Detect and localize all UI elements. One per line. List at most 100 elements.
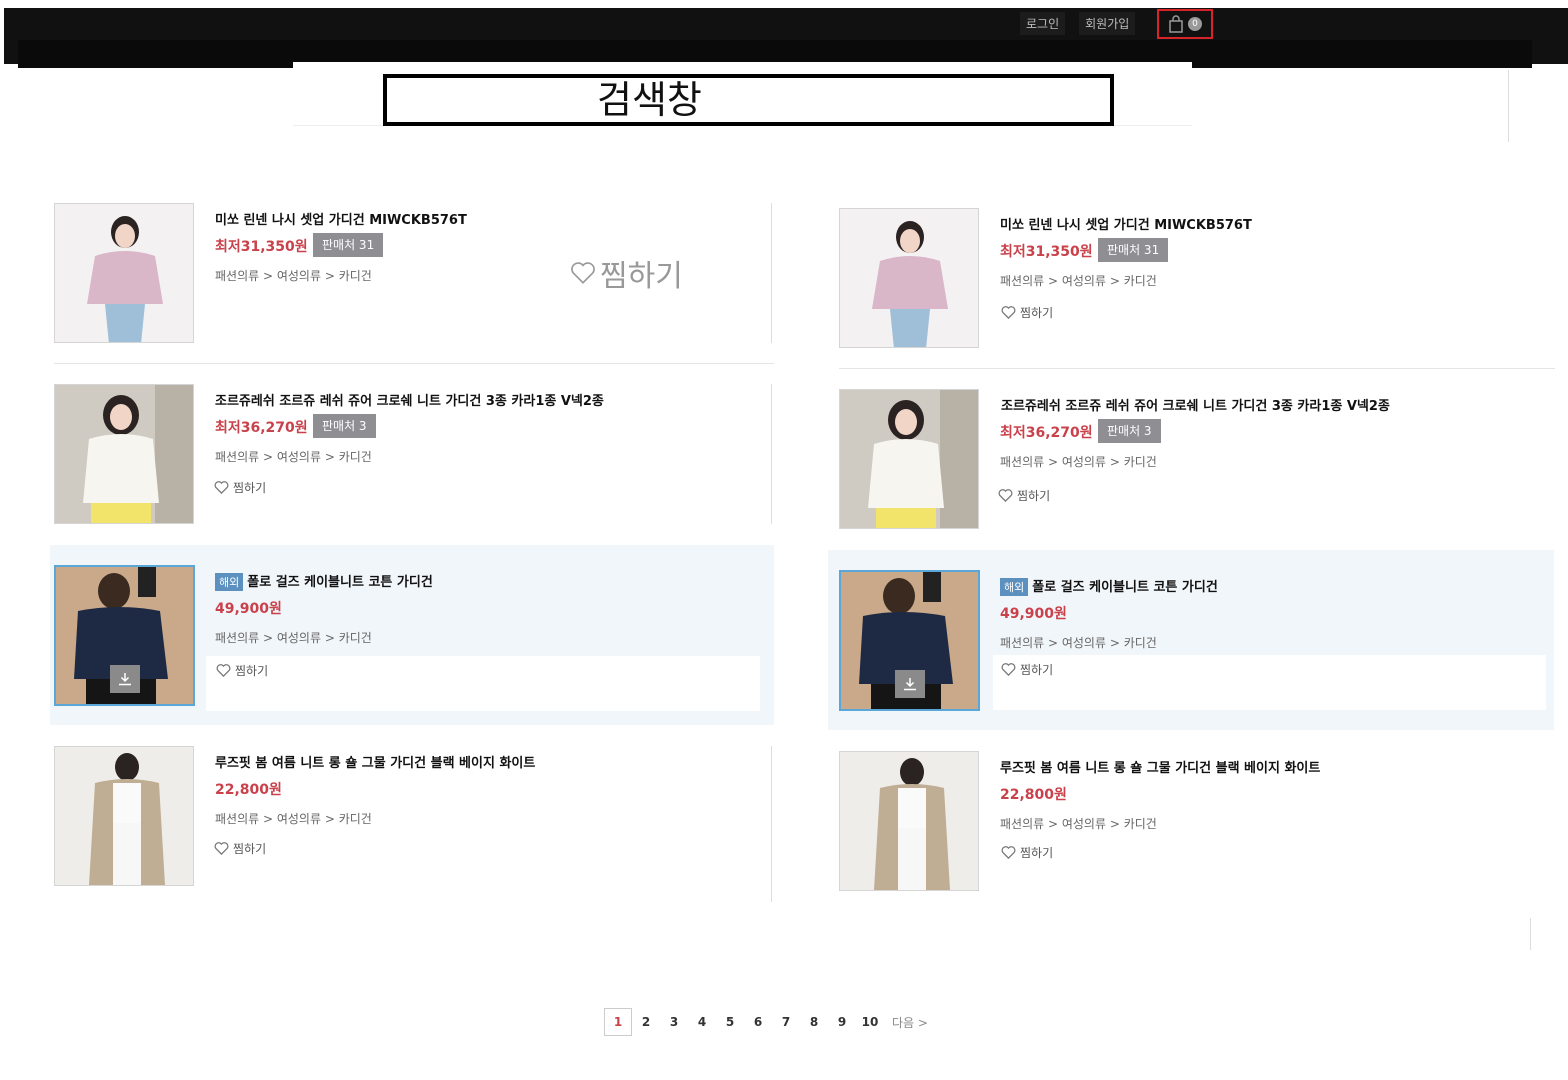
- next-page-link[interactable]: 다음 >: [892, 1014, 928, 1031]
- wishlist-label: 찜하기: [600, 259, 683, 294]
- product-category[interactable]: 패션의류 > 여성의류 > 카디건: [1000, 453, 1157, 470]
- product-thumbnail[interactable]: [839, 570, 980, 711]
- heart-icon: [571, 262, 595, 284]
- product-price: 최저31,350원: [1000, 244, 1093, 260]
- product-title[interactable]: 미쏘 린넨 나시 셋업 가디건 MIWCKB576T: [1000, 214, 1252, 233]
- product-title[interactable]: 해외 폴로 걸즈 케이블니트 코튼 가디건: [215, 571, 433, 591]
- heart-icon: [214, 842, 229, 856]
- page-3-link[interactable]: 3: [660, 1008, 688, 1036]
- wishlist-button[interactable]: 찜하기: [1001, 304, 1053, 321]
- top-bar-links: 로그인 회원가입: [1020, 10, 1136, 36]
- wishlist-label: 찜하기: [233, 481, 267, 495]
- heart-icon: [214, 481, 229, 495]
- page-1-link[interactable]: 1: [604, 1008, 632, 1036]
- shopping-bag-icon: [1169, 15, 1183, 33]
- product-thumbnail[interactable]: [839, 389, 979, 529]
- product-card[interactable]: 루즈핏 봄 여름 니트 롱 숄 그물 가디건 블랙 베이지 화이트 22,800…: [839, 751, 1555, 891]
- seller-count-badge[interactable]: 판매처 3: [1098, 419, 1161, 443]
- product-card[interactable]: 조르쥬레쉬 조르쥬 레쉬 쥬어 크로쉐 니트 가디건 3종 카라1종 V넥2종 …: [839, 389, 1555, 529]
- page-9-link[interactable]: 9: [828, 1008, 856, 1036]
- page-4-link[interactable]: 4: [688, 1008, 716, 1036]
- product-image: [840, 390, 978, 528]
- product-card[interactable]: 조르쥬레쉬 조르쥬 레쉬 쥬어 크로쉐 니트 가디건 3종 카라1종 V넥2종 …: [54, 384, 774, 524]
- page-2-link[interactable]: 2: [632, 1008, 660, 1036]
- divider: [771, 203, 772, 343]
- wishlist-label: 찜하기: [1020, 306, 1054, 320]
- wishlist-label: 찜하기: [233, 842, 267, 856]
- product-card[interactable]: 해외 폴로 걸즈 케이블니트 코튼 가디건 49,900원 패션의류 > 여성의류…: [828, 550, 1554, 730]
- divider: [54, 363, 774, 364]
- product-title[interactable]: 조르쥬레쉬 조르쥬 레쉬 쥬어 크로쉐 니트 가디건 3종 카라1종 V넥2종: [215, 390, 604, 409]
- product-category[interactable]: 패션의류 > 여성의류 > 카디건: [1000, 272, 1157, 289]
- divider: [771, 384, 772, 524]
- wishlist-button[interactable]: 찜하기: [216, 662, 268, 679]
- product-category[interactable]: 패션의류 > 여성의류 > 카디건: [1000, 634, 1157, 651]
- wishlist-area: [993, 655, 1546, 710]
- page-5-link[interactable]: 5: [716, 1008, 744, 1036]
- seller-count-badge[interactable]: 판매처 31: [1098, 238, 1169, 262]
- product-category[interactable]: 패션의류 > 여성의류 > 카디건: [215, 629, 372, 646]
- divider: [771, 746, 772, 902]
- product-price: 최저31,350원: [215, 239, 308, 255]
- product-card[interactable]: 루즈핏 봄 여름 니트 롱 숄 그물 가디건 블랙 베이지 화이트 22,800…: [54, 746, 774, 902]
- wishlist-label: 찜하기: [1017, 489, 1051, 503]
- seller-count-badge[interactable]: 판매처 31: [313, 233, 384, 257]
- page-8-link[interactable]: 8: [800, 1008, 828, 1036]
- cart-count-badge: 0: [1188, 17, 1202, 31]
- wishlist-label: 찜하기: [1020, 846, 1054, 860]
- product-title[interactable]: 루즈핏 봄 여름 니트 롱 숄 그물 가디건 블랙 베이지 화이트: [215, 752, 535, 771]
- product-thumbnail[interactable]: [54, 565, 195, 706]
- product-title[interactable]: 미쏘 린넨 나시 셋업 가디건 MIWCKB576T: [215, 209, 467, 228]
- download-button[interactable]: [895, 670, 925, 698]
- cart-button[interactable]: 0: [1157, 9, 1213, 39]
- product-category[interactable]: 패션의류 > 여성의류 > 카디건: [1000, 815, 1157, 832]
- divider: [1508, 70, 1509, 142]
- product-card[interactable]: 미쏘 린넨 나시 셋업 가디건 MIWCKB576T 최저31,350원 판매처…: [54, 203, 774, 363]
- product-title[interactable]: 해외 폴로 걸즈 케이블니트 코튼 가디건: [1000, 576, 1218, 596]
- product-category[interactable]: 패션의류 > 여성의류 > 카디건: [215, 810, 372, 827]
- search-input[interactable]: 검색창: [383, 74, 1114, 126]
- product-title[interactable]: 조르쥬레쉬 조르쥬 레쉬 쥬어 크로쉐 니트 가디건 3종 카라1종 V넥2종: [1001, 395, 1390, 414]
- overseas-badge: 해외: [215, 573, 244, 591]
- product-category[interactable]: 패션의류 > 여성의류 > 카디건: [215, 267, 372, 284]
- divider: [839, 368, 1555, 369]
- heart-icon: [216, 664, 231, 678]
- product-price: 최저36,270원: [1000, 425, 1093, 441]
- product-thumbnail[interactable]: [54, 746, 194, 886]
- product-price: 49,900원: [215, 601, 282, 617]
- download-icon: [119, 673, 131, 686]
- heart-icon: [1001, 306, 1016, 320]
- wishlist-button[interactable]: 찜하기: [214, 479, 266, 496]
- product-title-text[interactable]: 폴로 걸즈 케이블니트 코튼 가디건: [247, 575, 433, 590]
- wishlist-button[interactable]: 찜하기: [570, 251, 683, 295]
- page-10-link[interactable]: 10: [856, 1008, 884, 1036]
- wishlist-button[interactable]: 찜하기: [1001, 661, 1053, 678]
- wishlist-label: 찜하기: [1020, 663, 1054, 677]
- product-image: [55, 385, 193, 523]
- login-link[interactable]: 로그인: [1020, 11, 1066, 35]
- product-price: 49,900원: [1000, 606, 1067, 622]
- page-6-link[interactable]: 6: [744, 1008, 772, 1036]
- product-title-text[interactable]: 폴로 걸즈 케이블니트 코튼 가디건: [1032, 580, 1218, 595]
- product-thumbnail[interactable]: [839, 751, 979, 891]
- product-image: [55, 747, 193, 885]
- product-category[interactable]: 패션의류 > 여성의류 > 카디건: [215, 448, 372, 465]
- product-thumbnail[interactable]: [54, 203, 194, 343]
- seller-count-badge[interactable]: 판매처 3: [313, 414, 376, 438]
- overseas-badge: 해외: [1000, 578, 1029, 596]
- wishlist-button[interactable]: 찜하기: [1001, 844, 1053, 861]
- download-icon: [904, 678, 916, 691]
- pagination: 1 2 3 4 5 6 7 8 9 10 다음 >: [604, 1008, 928, 1036]
- signup-link[interactable]: 회원가입: [1079, 11, 1136, 35]
- heart-icon: [998, 489, 1013, 503]
- product-title[interactable]: 루즈핏 봄 여름 니트 롱 숄 그물 가디건 블랙 베이지 화이트: [1000, 757, 1320, 776]
- product-card[interactable]: 미쏘 린넨 나시 셋업 가디건 MIWCKB576T 최저31,350원 판매처…: [839, 208, 1555, 368]
- product-thumbnail[interactable]: [54, 384, 194, 524]
- wishlist-button[interactable]: 찜하기: [998, 487, 1050, 504]
- download-button[interactable]: [110, 665, 140, 693]
- product-card[interactable]: 해외 폴로 걸즈 케이블니트 코튼 가디건 49,900원 패션의류 > 여성의류…: [50, 545, 774, 725]
- wishlist-label: 찜하기: [235, 664, 269, 678]
- wishlist-button[interactable]: 찜하기: [214, 840, 266, 857]
- product-thumbnail[interactable]: [839, 208, 979, 348]
- page-7-link[interactable]: 7: [772, 1008, 800, 1036]
